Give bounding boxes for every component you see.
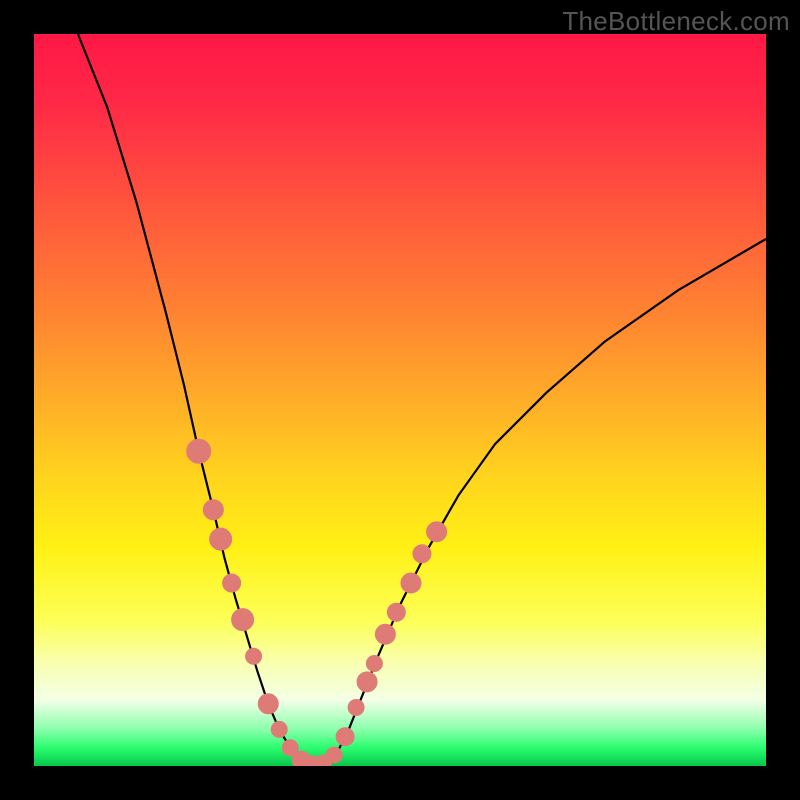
data-marker [326,747,342,763]
data-marker [203,500,223,520]
data-marker [271,721,287,737]
data-marker [223,574,241,592]
watermark-text: TheBottleneck.com [562,6,790,37]
bottleneck-curve [78,34,766,765]
chart-svg [34,34,766,766]
data-marker [375,624,395,644]
data-marker [232,609,254,631]
data-marker [187,439,211,463]
data-marker [413,545,431,563]
chart-plot-area [34,34,766,766]
data-marker [387,603,405,621]
data-marker [427,522,447,542]
curve-markers [187,439,447,766]
data-marker [366,656,382,672]
data-marker [210,528,232,550]
data-marker [246,648,262,664]
data-marker [357,672,377,692]
curve-lines [78,34,766,765]
chart-frame: TheBottleneck.com [0,0,800,800]
data-marker [348,699,364,715]
data-marker [401,573,421,593]
data-marker [258,694,278,714]
data-marker [336,728,354,746]
